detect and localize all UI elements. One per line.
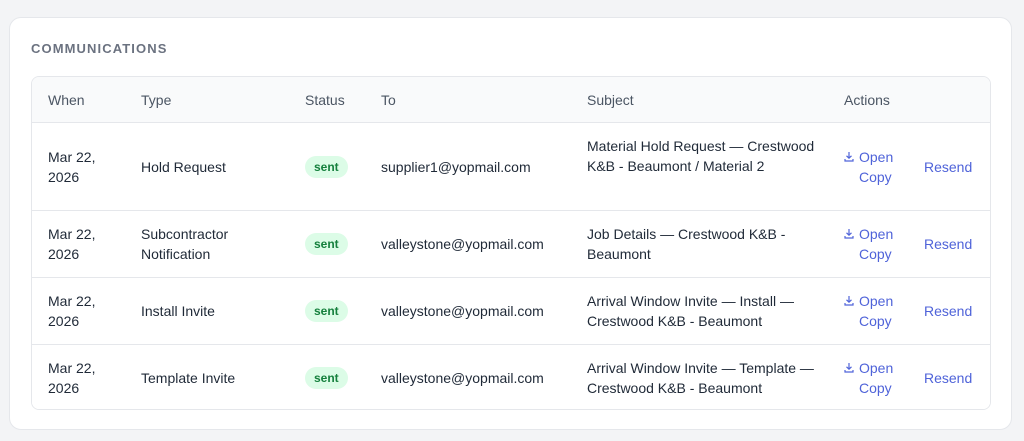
row-recipient: valleystone@yopmail.com bbox=[381, 370, 544, 386]
section-title: COMMUNICATIONS bbox=[31, 41, 168, 56]
row-subject: Material Hold Request — Crestwood K&B - … bbox=[587, 138, 815, 174]
column-header-actions: Actions bbox=[844, 92, 890, 108]
resend-link[interactable]: Resend bbox=[924, 368, 972, 388]
row-recipient: valleystone@yopmail.com bbox=[381, 236, 544, 252]
resend-link[interactable]: Resend bbox=[924, 301, 972, 321]
row-type: Hold Request bbox=[141, 159, 226, 175]
row-when: Mar 22, 2026 bbox=[48, 360, 96, 396]
row-subject: Arrival Window Invite — Install — Crestw… bbox=[587, 293, 794, 329]
column-header-status: Status bbox=[305, 92, 345, 108]
row-type: Install Invite bbox=[141, 303, 215, 319]
column-header-when: When bbox=[48, 92, 85, 108]
row-recipient: supplier1@yopmail.com bbox=[381, 159, 531, 175]
table-row: Mar 22, 2026 Hold Request sent supplier1… bbox=[32, 123, 990, 211]
table-row: Mar 22, 2026 Install Invite sent valleys… bbox=[32, 278, 990, 345]
column-header-type: Type bbox=[141, 92, 172, 108]
row-subject: Job Details — Crestwood K&B - Beaumont bbox=[587, 226, 786, 262]
download-icon bbox=[844, 295, 854, 306]
column-header-subject: Subject bbox=[587, 92, 634, 108]
open-copy-label: Open Copy bbox=[859, 360, 894, 396]
status-badge: sent bbox=[305, 233, 348, 255]
row-type: Template Invite bbox=[141, 370, 236, 386]
status-badge: sent bbox=[305, 367, 348, 389]
column-header-to: To bbox=[381, 92, 396, 108]
download-icon bbox=[844, 362, 854, 373]
communications-card: COMMUNICATIONS When Type Status To Subje… bbox=[9, 17, 1012, 430]
row-when: Mar 22, 2026 bbox=[48, 293, 96, 329]
status-badge: sent bbox=[305, 300, 348, 322]
download-icon bbox=[844, 151, 854, 162]
row-subject: Arrival Window Invite — Template — Crest… bbox=[587, 360, 814, 396]
row-type: Subcontractor Notification bbox=[141, 226, 229, 262]
communications-table: When Type Status To Subject Actions Mar … bbox=[31, 76, 991, 410]
row-when: Mar 22, 2026 bbox=[48, 149, 96, 185]
open-copy-label: Open Copy bbox=[859, 226, 894, 262]
resend-link[interactable]: Resend bbox=[924, 234, 972, 254]
open-copy-label: Open Copy bbox=[859, 149, 894, 185]
resend-link[interactable]: Resend bbox=[924, 157, 972, 177]
table-row: Mar 22, 2026 Template Invite sent valley… bbox=[32, 345, 990, 409]
table-header: When Type Status To Subject Actions bbox=[32, 77, 990, 123]
open-copy-label: Open Copy bbox=[859, 293, 894, 329]
table-row: Mar 22, 2026 Subcontractor Notification … bbox=[32, 211, 990, 278]
row-recipient: valleystone@yopmail.com bbox=[381, 303, 544, 319]
download-icon bbox=[844, 228, 854, 239]
row-when: Mar 22, 2026 bbox=[48, 226, 96, 262]
status-badge: sent bbox=[305, 156, 348, 178]
